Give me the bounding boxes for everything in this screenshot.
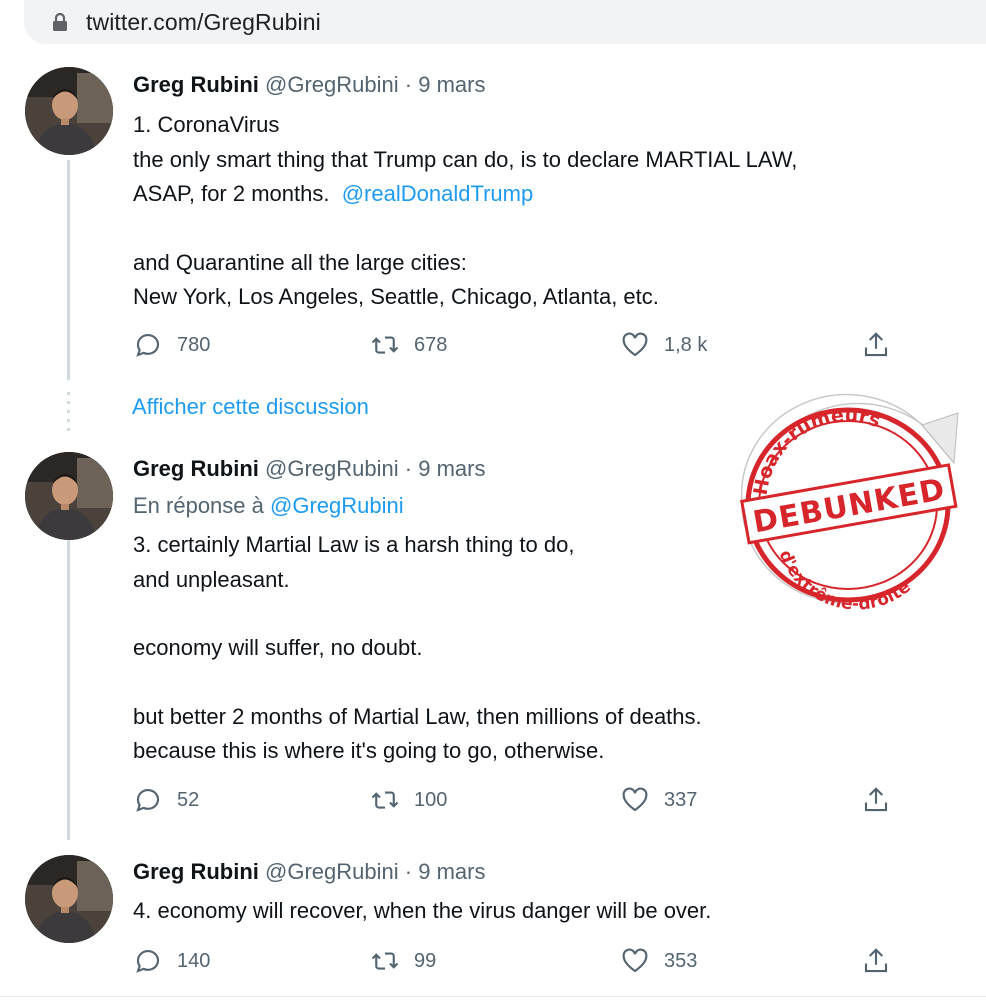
url-text: twitter.com/GregRubini (86, 9, 321, 35)
reply-icon (136, 950, 160, 973)
reply-button[interactable]: 780 (133, 330, 210, 360)
tweet-line: ASAP, for 2 months. @realDonaldTrump (133, 177, 797, 212)
retweet-button[interactable]: 678 (370, 330, 447, 360)
like-count: 1,8 k (664, 333, 708, 356)
tweet-text: 1. CoronaVirus the only smart thing that… (133, 108, 797, 315)
tweet-header: Greg Rubini @GregRubini · 9 mars (133, 859, 485, 885)
reply-count: 140 (177, 949, 211, 972)
tweet-date[interactable]: 9 mars (418, 456, 485, 481)
tweet-actions: 52 100 337 (133, 785, 913, 819)
share-icon (864, 787, 888, 812)
heart-icon (622, 787, 648, 812)
thread-connector (67, 160, 70, 380)
tweet-line: and Quarantine all the large cities: (133, 249, 467, 275)
avatar[interactable] (25, 452, 113, 540)
reply-button[interactable]: 140 (133, 946, 210, 976)
show-thread-link[interactable]: Afficher cette discussion (132, 394, 369, 420)
retweet-icon (371, 791, 399, 809)
retweet-icon (371, 952, 399, 970)
tweet-actions: 140 99 353 (133, 946, 913, 980)
like-button[interactable]: 1,8 k (620, 330, 707, 360)
like-count: 353 (664, 949, 698, 972)
reply-context: En réponse à @GregRubini (133, 493, 404, 519)
share-icon (864, 332, 888, 357)
tweet-line: economy will suffer, no doubt. (133, 635, 423, 660)
share-button[interactable] (861, 785, 905, 815)
separator: · (404, 859, 413, 884)
thread-dots (67, 392, 70, 437)
tweet-date[interactable]: 9 mars (418, 72, 485, 97)
retweet-count: 678 (414, 333, 448, 356)
share-button[interactable] (861, 946, 905, 976)
address-bar[interactable]: twitter.com/GregRubini (24, 0, 986, 44)
retweet-icon (371, 336, 399, 354)
like-button[interactable]: 353 (620, 946, 697, 976)
tweet-header: Greg Rubini @GregRubini · 9 mars (133, 72, 485, 98)
reply-count: 780 (177, 333, 211, 356)
tweet-header: Greg Rubini @GregRubini · 9 mars (133, 456, 485, 482)
tweet-line: and unpleasant. (133, 566, 290, 592)
author-name[interactable]: Greg Rubini (133, 72, 259, 97)
tweet-line: because this is where it's going to go, … (133, 738, 605, 763)
lock-icon (53, 12, 67, 31)
retweet-button[interactable]: 100 (370, 785, 447, 815)
reply-button[interactable]: 52 (133, 785, 199, 815)
author-name[interactable]: Greg Rubini (133, 859, 259, 884)
tweet-line: 4. economy will recover, when the virus … (133, 898, 712, 923)
tweet-line: the only smart thing that Trump can do, … (133, 146, 798, 172)
tweet-text: 4. economy will recover, when the virus … (133, 894, 711, 929)
tweet-actions: 780 678 1,8 k (133, 330, 913, 364)
tweet-date[interactable]: 9 mars (418, 859, 485, 884)
author-handle[interactable]: @GregRubini (265, 859, 399, 884)
tweet-line: New York, Los Angeles, Seattle, Chicago,… (133, 284, 659, 309)
thread-connector (67, 540, 70, 840)
like-button[interactable]: 337 (620, 785, 697, 815)
heart-icon (622, 332, 648, 357)
reply-icon (136, 789, 160, 812)
separator: · (404, 456, 413, 481)
share-button[interactable] (861, 330, 905, 360)
debunked-stamp: Hoax-rumeurs DEBUNKED d'extrême-droite (740, 393, 959, 615)
reply-to-link[interactable]: @GregRubini (270, 493, 404, 518)
retweet-count: 100 (414, 788, 448, 811)
mention-link[interactable]: @realDonaldTrump (342, 181, 533, 206)
reply-count: 52 (177, 788, 200, 811)
reply-icon (136, 334, 160, 357)
reply-prefix: En réponse à (133, 493, 264, 518)
heart-icon (622, 948, 648, 973)
tweet-line-text: ASAP, for 2 months. (133, 181, 330, 206)
tweet-line: 1. CoronaVirus (133, 112, 280, 137)
retweet-button[interactable]: 99 (370, 946, 436, 976)
avatar[interactable] (25, 855, 113, 943)
like-count: 337 (664, 788, 698, 811)
author-name[interactable]: Greg Rubini (133, 456, 259, 481)
author-handle[interactable]: @GregRubini (265, 72, 399, 97)
tweet-text: 3. certainly Martial Law is a harsh thin… (133, 528, 702, 769)
avatar[interactable] (25, 67, 113, 155)
tweet-line: 3. certainly Martial Law is a harsh thin… (133, 532, 575, 557)
share-icon (864, 948, 888, 973)
divider (0, 996, 986, 997)
separator: · (404, 72, 413, 97)
retweet-count: 99 (414, 949, 437, 972)
tweet-line: but better 2 months of Martial Law, then… (133, 703, 702, 729)
author-handle[interactable]: @GregRubini (265, 456, 399, 481)
